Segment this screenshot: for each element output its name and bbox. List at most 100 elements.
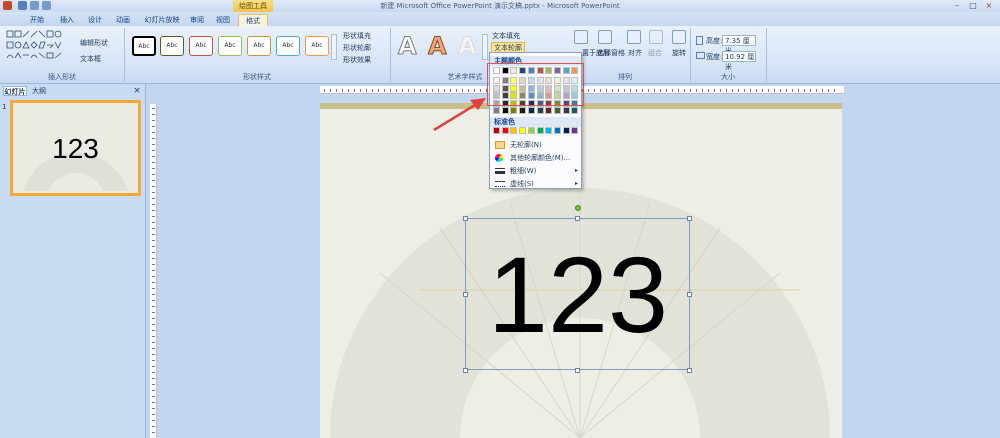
slide-text-123[interactable]: 123	[466, 235, 690, 355]
wordart-style-2[interactable]: A	[428, 32, 448, 61]
ruler-tick	[642, 89, 643, 92]
theme-color-shade-swatch[interactable]	[527, 107, 535, 114]
close-pane-icon[interactable]: ×	[132, 86, 142, 96]
ruler-tick	[152, 204, 155, 205]
rotate-icon[interactable]	[672, 30, 686, 44]
line-weight-icon	[495, 168, 505, 174]
shape-fill-button[interactable]: 形状填充	[343, 31, 371, 41]
theme-color-shade-swatch[interactable]	[510, 107, 518, 114]
wordart-style-3[interactable]: A	[458, 32, 477, 61]
resize-handle[interactable]	[463, 216, 468, 221]
close-window-icon[interactable]: ×	[982, 1, 996, 11]
tab-design[interactable]: 设计	[84, 14, 106, 26]
standard-color-swatch[interactable]	[519, 127, 527, 134]
slide-thumbnail[interactable]: 123	[10, 100, 141, 196]
resize-handle[interactable]	[687, 368, 692, 373]
tab-slideshow[interactable]: 幻灯片放映	[140, 14, 184, 26]
ruler-tick	[152, 336, 155, 337]
shape-effects-button[interactable]: 形状效果	[343, 55, 371, 65]
resize-handle[interactable]	[575, 368, 580, 373]
standard-color-swatch[interactable]	[553, 127, 561, 134]
theme-color-shade-swatch[interactable]	[519, 107, 527, 114]
standard-color-swatch[interactable]	[571, 127, 579, 134]
ruler-tick	[654, 89, 655, 92]
vertical-ruler[interactable]	[150, 104, 157, 438]
theme-color-shade-swatch[interactable]	[562, 107, 570, 114]
ruler-tick	[408, 89, 409, 92]
tab-insert[interactable]: 插入	[56, 14, 78, 26]
ruler-tick	[152, 384, 155, 385]
no-outline-item[interactable]: 无轮廓(N)	[494, 139, 580, 151]
ruler-tick	[768, 89, 769, 92]
standard-color-swatch[interactable]	[536, 127, 544, 134]
bring-to-front-icon[interactable]	[574, 30, 588, 44]
wordart-scroll[interactable]	[482, 34, 488, 60]
ruler-tick	[152, 126, 155, 127]
text-box-button[interactable]: 文本框	[80, 54, 101, 64]
height-input[interactable]: 7.35 厘米	[722, 35, 756, 55]
ruler-tick	[152, 162, 155, 163]
shape-style-5[interactable]: Abc	[247, 36, 271, 56]
ruler-tick	[762, 89, 763, 92]
resize-handle[interactable]	[687, 216, 692, 221]
resize-handle[interactable]	[463, 368, 468, 373]
ruler-tick	[774, 89, 775, 92]
theme-color-shade-swatch[interactable]	[571, 107, 579, 114]
ruler-tick	[152, 366, 155, 367]
tab-review[interactable]: 审阅	[186, 14, 208, 26]
ruler-tick	[152, 108, 155, 109]
standard-color-swatch[interactable]	[493, 127, 500, 134]
shapes-gallery[interactable]	[6, 30, 68, 64]
shape-styles-scroll[interactable]	[331, 34, 337, 60]
theme-color-shade-swatch[interactable]	[501, 107, 509, 114]
shape-style-1[interactable]: Abc	[132, 36, 156, 56]
standard-color-swatch[interactable]	[510, 127, 518, 134]
ruler-tick	[152, 282, 155, 283]
width-label: 宽度:	[706, 53, 723, 61]
standard-color-swatch[interactable]	[501, 127, 509, 134]
resize-handle[interactable]	[575, 216, 580, 221]
dashes-item[interactable]: 虚线(S) ▸	[494, 178, 580, 190]
tab-slides[interactable]: 幻灯片	[3, 86, 27, 96]
tab-format[interactable]: 格式	[238, 14, 268, 26]
shape-style-7[interactable]: Abc	[305, 36, 329, 56]
theme-color-shade-swatch[interactable]	[536, 107, 544, 114]
wordart-style-1[interactable]: A	[398, 32, 418, 61]
shape-style-2[interactable]: Abc	[160, 36, 184, 56]
shape-style-4[interactable]: Abc	[218, 36, 242, 56]
theme-color-shade-swatch[interactable]	[545, 107, 553, 114]
more-outline-colors-item[interactable]: 其他轮廓颜色(M)...	[494, 152, 580, 164]
group-icon[interactable]	[649, 30, 663, 44]
maximize-icon[interactable]: □	[966, 1, 980, 11]
standard-color-swatch[interactable]	[527, 127, 535, 134]
ruler-tick	[390, 89, 391, 92]
shape-outline-button[interactable]: 形状轮廓	[343, 43, 371, 53]
theme-color-shade-swatch[interactable]	[553, 107, 561, 114]
tab-animation[interactable]: 动画	[112, 14, 134, 26]
ruler-tick	[152, 300, 155, 301]
shape-style-3[interactable]: Abc	[189, 36, 213, 56]
tab-outline[interactable]: 大纲	[29, 86, 49, 96]
ruler-tick	[804, 89, 805, 92]
ruler-tick	[756, 89, 757, 92]
weight-item[interactable]: 粗细(W) ▸	[494, 165, 580, 177]
text-fill-button[interactable]: 文本填充	[492, 31, 520, 41]
minimize-icon[interactable]: –	[950, 1, 964, 11]
selection-pane-icon[interactable]	[598, 30, 612, 44]
tab-home[interactable]: 开始	[26, 14, 48, 26]
tab-view[interactable]: 视图	[212, 14, 234, 26]
height-label: 高度:	[706, 37, 723, 45]
ruler-tick	[152, 114, 155, 115]
width-input[interactable]: 10.92 厘米	[722, 51, 756, 71]
theme-color-shade-swatch[interactable]	[493, 107, 500, 114]
standard-color-swatch[interactable]	[562, 127, 570, 134]
ruler-tick	[630, 89, 631, 92]
edit-shape-button[interactable]: 编辑形状	[80, 38, 108, 48]
ruler-tick	[152, 216, 155, 217]
align-icon[interactable]	[627, 30, 641, 44]
group-separator	[766, 28, 767, 82]
rotate-handle[interactable]	[575, 205, 581, 211]
width-icon	[696, 52, 705, 59]
shape-style-6[interactable]: Abc	[276, 36, 300, 56]
standard-color-swatch[interactable]	[545, 127, 553, 134]
